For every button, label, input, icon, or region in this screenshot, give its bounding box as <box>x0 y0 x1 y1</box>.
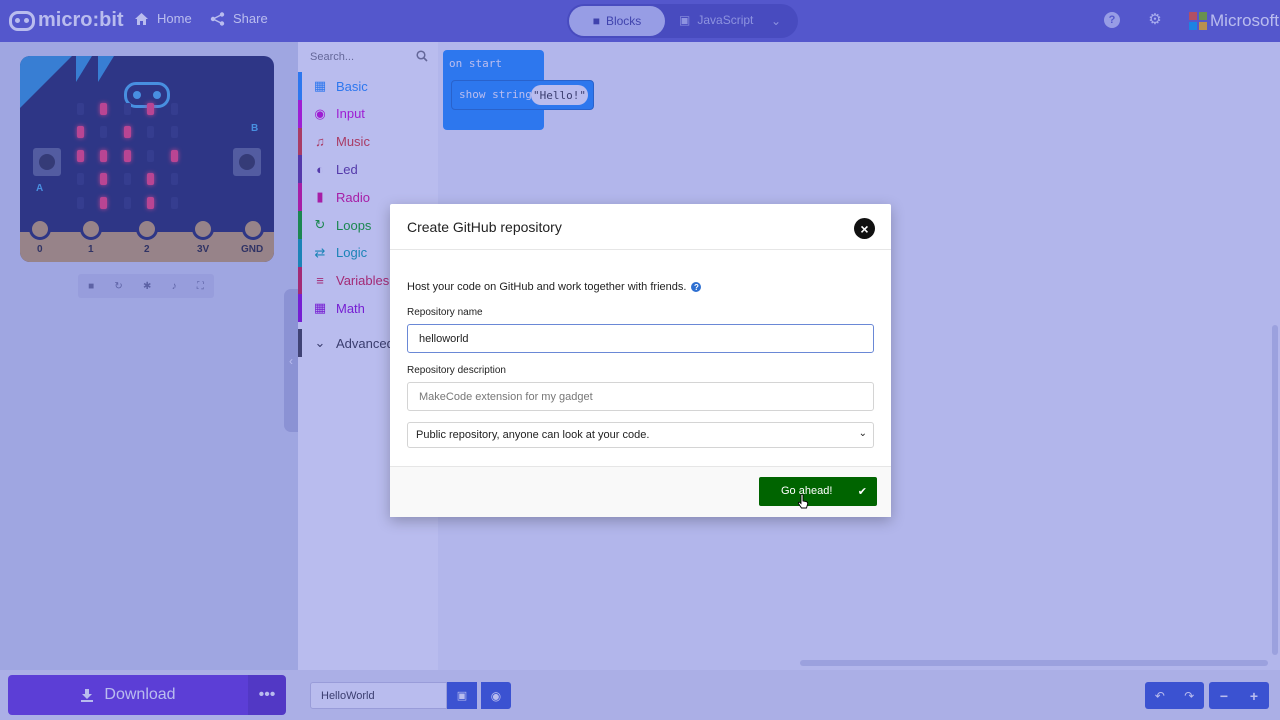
create-github-repo-dialog: Create GitHub repository × Host your cod… <box>390 204 891 517</box>
check-icon: ✔ <box>857 486 867 498</box>
repo-name-input[interactable] <box>407 324 874 353</box>
dialog-description: Host your code on GitHub and work togeth… <box>407 281 702 293</box>
visibility-selected-value: Public repository, anyone can look at yo… <box>416 429 650 441</box>
dialog-header: Create GitHub repository × <box>390 204 891 250</box>
mouse-cursor-icon <box>797 494 809 509</box>
description-text: Host your code on GitHub and work togeth… <box>407 281 687 293</box>
repo-name-label: Repository name <box>407 307 483 318</box>
repo-description-label: Repository description <box>407 365 506 376</box>
visibility-select[interactable]: Public repository, anyone can look at yo… <box>407 422 874 448</box>
repo-description-input[interactable] <box>407 382 874 411</box>
chevron-down-icon: ⌄ <box>858 428 867 439</box>
go-ahead-button[interactable]: Go ahead! ✔ <box>759 477 877 506</box>
close-icon[interactable]: × <box>854 218 875 239</box>
help-icon[interactable]: ? <box>691 282 702 292</box>
dialog-title: Create GitHub repository <box>407 219 562 235</box>
